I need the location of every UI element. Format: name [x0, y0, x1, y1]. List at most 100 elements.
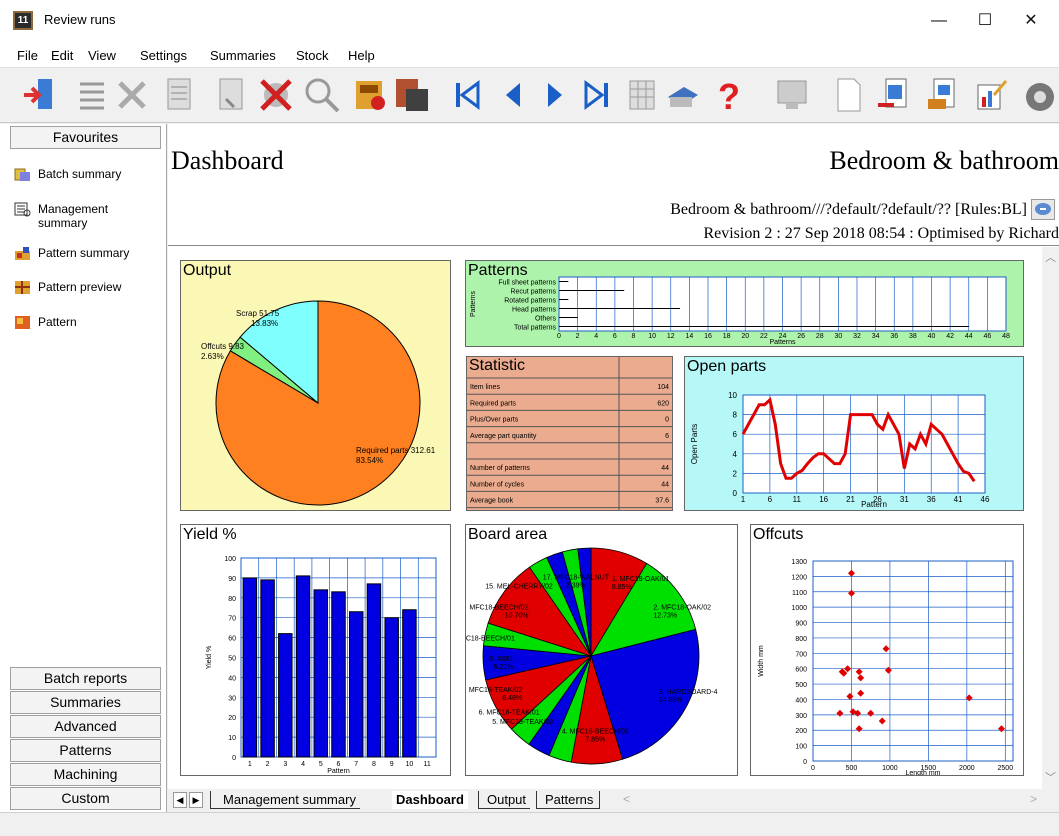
- stat-value: 104: [657, 384, 669, 391]
- offcuts-y-tick: 1200: [791, 574, 807, 581]
- output-slice-label: Scrap 51.75: [236, 309, 280, 318]
- board-area-slice-label: 3. HARDBOARD-4: [659, 689, 718, 696]
- revision-info: Revision 2 : 27 Sep 2018 08:54 : Optimis…: [703, 225, 1059, 242]
- section-machining[interactable]: Machining: [10, 763, 161, 786]
- sidebar-item-pattern[interactable]: Pattern: [14, 315, 77, 330]
- board-area-slice-percent: 2.39%: [566, 583, 586, 590]
- report-icon[interactable]: [350, 75, 390, 115]
- stat-label: Item lines: [470, 384, 500, 391]
- patterns-x-tick: 40: [928, 333, 936, 340]
- offcuts-y-tick: 1100: [792, 590, 807, 597]
- next-record-icon[interactable]: [534, 75, 574, 115]
- info-icon[interactable]: [1031, 199, 1055, 220]
- menu-file[interactable]: File: [17, 48, 38, 63]
- batch-title: Bedroom & bathroom: [829, 146, 1059, 175]
- first-record-icon[interactable]: [448, 75, 488, 115]
- sidebar-item-pattern-summary[interactable]: Pattern summary: [14, 246, 129, 261]
- yield-bar: [366, 583, 382, 758]
- patterns-x-label: Patterns: [769, 339, 796, 346]
- exit-icon[interactable]: [20, 75, 60, 115]
- sidebar-item-label: Pattern: [38, 315, 77, 329]
- menu-help[interactable]: Help: [348, 48, 375, 63]
- save-icon[interactable]: [922, 75, 962, 115]
- yield-x-tick: 2: [266, 761, 270, 768]
- offcuts-x-tick: 2500: [998, 765, 1014, 772]
- open-parts-x-tick: 31: [900, 495, 909, 504]
- menu-settings[interactable]: Settings: [140, 48, 187, 63]
- menu-stock[interactable]: Stock: [296, 48, 329, 63]
- tab-dashboard[interactable]: Dashboard: [392, 791, 468, 809]
- section-patterns[interactable]: Patterns: [10, 739, 161, 762]
- yield-bar: [295, 575, 311, 758]
- list-icon[interactable]: [72, 75, 112, 115]
- tab-scroll-left-icon[interactable]: ◀: [173, 792, 187, 808]
- board-area-panel: Board area 1. MFC18-OAK/01 8.85% 2. MFC18-…: [465, 524, 738, 776]
- menu-summaries[interactable]: Summaries: [210, 48, 276, 63]
- yield-x-tick: 1: [248, 761, 252, 768]
- yield-y-tick: 80: [228, 596, 236, 603]
- menu-view[interactable]: View: [88, 48, 116, 63]
- page-icon[interactable]: [828, 75, 868, 115]
- scroll-up-icon[interactable]: ︿: [1045, 249, 1056, 265]
- board-area-slice-label: 6. MFC18-TEAK/01: [479, 709, 540, 716]
- monitor-icon[interactable]: [772, 75, 812, 115]
- magnify-icon[interactable]: [302, 75, 342, 115]
- maximize-button[interactable]: ☐: [962, 8, 1008, 34]
- menu-edit[interactable]: Edit: [51, 48, 73, 63]
- previous-record-icon[interactable]: [494, 75, 534, 115]
- minimize-button[interactable]: —: [916, 8, 962, 34]
- section-custom[interactable]: Custom: [10, 787, 161, 810]
- batch-alt-icon[interactable]: [212, 75, 252, 115]
- board-area-slice-percent: 7.85%: [585, 737, 605, 744]
- output-slice-label: Offcuts 9.83: [201, 342, 245, 351]
- sidebar-item-batch-summary[interactable]: Batch summary: [14, 167, 121, 182]
- export-icon[interactable]: [874, 75, 914, 115]
- sidebar-item-label: Pattern summary: [38, 246, 130, 260]
- stat-label: Required parts: [470, 400, 516, 407]
- section-advanced[interactable]: Advanced: [10, 715, 161, 738]
- sidebar-item-pattern-preview[interactable]: Pattern preview: [14, 280, 121, 295]
- yield-y-tick: 70: [228, 616, 236, 623]
- board-area-slice-label: 5. MFC18-TEAK/02: [492, 719, 553, 726]
- help-icon[interactable]: ?: [706, 75, 746, 117]
- open-parts-y-tick: 8: [733, 411, 738, 420]
- batch-icon[interactable]: [160, 75, 200, 115]
- close-button[interactable]: ✕: [1008, 8, 1054, 34]
- section-summaries[interactable]: Summaries: [10, 691, 161, 714]
- hscroll-left-icon[interactable]: <: [623, 792, 630, 806]
- grid-icon[interactable]: [622, 75, 662, 115]
- pattern-summary-icon: [15, 247, 30, 260]
- chart-edit-icon[interactable]: [970, 75, 1010, 115]
- yield-x-tick: 11: [423, 761, 430, 768]
- tab-output[interactable]: Output: [478, 791, 531, 809]
- tab-patterns[interactable]: Patterns: [536, 791, 601, 809]
- tab-management-summary[interactable]: Management summary: [210, 791, 360, 809]
- vertical-scrollbar[interactable]: ︿ ﹀: [1042, 247, 1059, 789]
- yield-x-tick: 5: [319, 761, 323, 768]
- output-title: Output: [183, 262, 232, 279]
- offcuts-scatter-chart: 0 500 1000 1500 2000 250001002003004005006007…: [758, 559, 1014, 777]
- offcuts-y-label: Width mm: [758, 645, 765, 677]
- print-icon[interactable]: [662, 75, 702, 115]
- patterns-category-label: Others: [535, 316, 557, 323]
- scroll-down-icon[interactable]: ﹀: [1045, 769, 1056, 785]
- offcuts-y-tick: 1300: [791, 559, 807, 566]
- stat-value: 620: [657, 400, 669, 407]
- section-batch-reports[interactable]: Batch reports: [10, 667, 161, 690]
- yield-bar: [260, 579, 275, 758]
- tab-scroll-right-icon[interactable]: ▶: [189, 792, 203, 808]
- yield-y-tick: 100: [224, 556, 236, 563]
- settings-icon[interactable]: [1018, 75, 1059, 115]
- app-icon: 11: [13, 11, 33, 30]
- patterns-category-label: Rotated patterns: [504, 298, 556, 305]
- delete-icon[interactable]: [112, 75, 152, 115]
- pattern-preview-icon: [15, 281, 30, 294]
- stack-icon[interactable]: [392, 75, 432, 115]
- favourites-header[interactable]: Favourites: [10, 126, 161, 149]
- last-record-icon[interactable]: [576, 75, 616, 115]
- yield-x-tick: 4: [301, 761, 305, 768]
- output-slice-percent: 2.63%: [201, 352, 224, 361]
- sidebar-item-management-summary[interactable]: Management summary: [14, 202, 138, 230]
- hscroll-right-icon[interactable]: >: [1030, 792, 1037, 806]
- tools-icon[interactable]: [256, 75, 296, 115]
